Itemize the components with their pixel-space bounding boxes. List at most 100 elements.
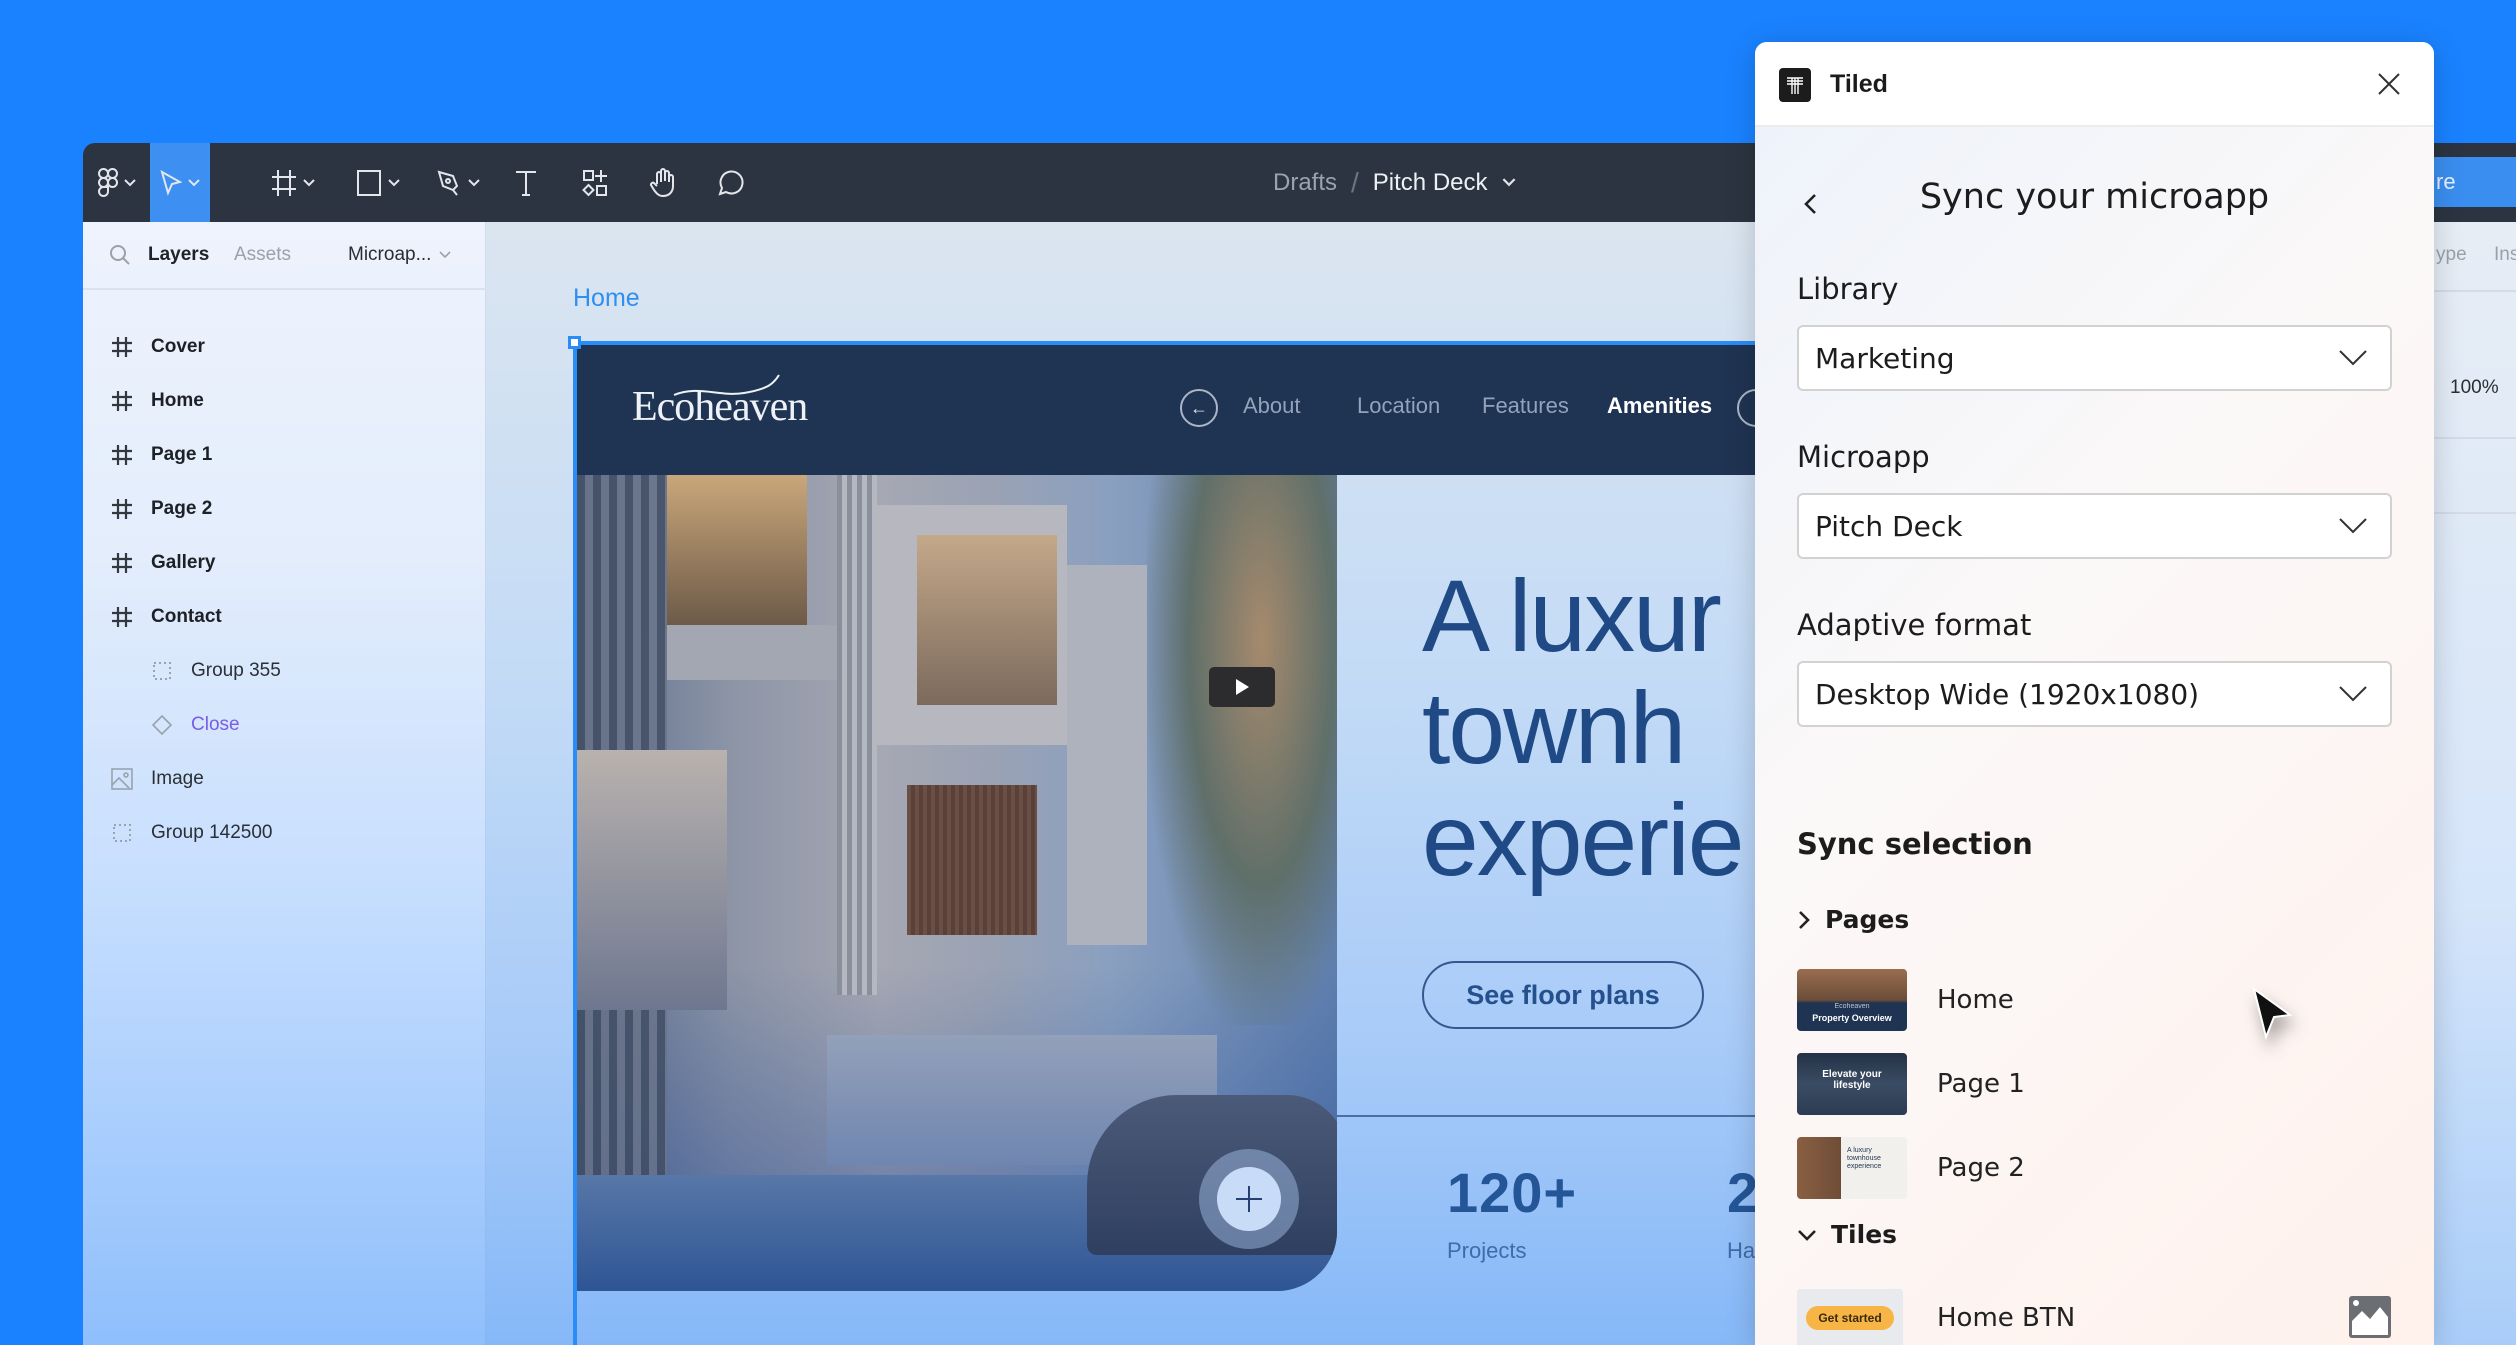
pages-group-toggle[interactable]: Pages <box>1797 905 1909 934</box>
layer-item[interactable]: Home <box>83 376 486 426</box>
breadcrumb-folder[interactable]: Drafts <box>1273 169 1337 197</box>
microapp-select-value: Pitch Deck <box>1815 509 1963 543</box>
hero-title-line: experie <box>1422 783 1745 897</box>
close-icon[interactable] <box>2373 68 2405 100</box>
library-label: Library <box>1797 272 1899 306</box>
nav-prev-button[interactable]: ← <box>1180 389 1218 427</box>
layer-item[interactable]: Group 142500 <box>83 808 486 858</box>
frame-hash-icon <box>272 169 296 196</box>
frame-icon <box>110 497 134 521</box>
thumb-subtext: Ecoheaven <box>1834 1003 1870 1010</box>
chevron-down-icon[interactable] <box>1502 178 1516 187</box>
selection-handle[interactable] <box>568 336 581 349</box>
zoom-value[interactable]: 100% <box>2450 377 2499 399</box>
microapp-select[interactable]: Pitch Deck <box>1797 493 2392 559</box>
resources-button[interactable] <box>570 143 620 222</box>
site-logo: Ecoheaven <box>632 374 808 431</box>
tab-assets[interactable]: Assets <box>234 244 291 266</box>
comment-icon <box>718 170 744 196</box>
tiled-logo-icon <box>1779 68 1811 102</box>
hero-title-line: A luxur <box>1422 559 1722 673</box>
logo-swoosh-icon <box>673 374 780 396</box>
building-ledge <box>667 625 837 680</box>
breadcrumb-separator: / <box>1351 166 1359 198</box>
chevron-down-icon <box>123 178 136 186</box>
layer-item[interactable]: Page 2 <box>83 484 486 534</box>
cursor-arrow-icon <box>160 169 182 196</box>
page-thumbnail: Ecoheaven Property Overview <box>1797 969 1907 1031</box>
building-window <box>917 535 1057 705</box>
tab-prototype[interactable]: ype <box>2436 244 2467 266</box>
see-floor-plans-button[interactable]: See floor plans <box>1422 961 1704 1029</box>
layers-panel-header: Layers Assets Microap... <box>83 222 486 290</box>
layer-item[interactable]: Close <box>83 700 486 750</box>
hand-tool-button[interactable] <box>635 143 690 222</box>
text-icon <box>516 170 536 196</box>
chevron-down-icon <box>2339 518 2367 534</box>
layer-item[interactable]: Cover <box>83 322 486 372</box>
page-item[interactable]: A luxury townhouse experience Page 2 <box>1797 1137 2392 1199</box>
frame-icon <box>110 389 134 413</box>
share-button-label: re <box>2436 169 2456 194</box>
stat-label: Ha <box>1727 1238 1756 1263</box>
tab-layers[interactable]: Layers <box>148 244 209 266</box>
layer-name: Home <box>151 390 204 411</box>
nav-link-about[interactable]: About <box>1243 393 1301 419</box>
hero-title: A luxur townh experie <box>1422 559 1745 897</box>
building-wood-screen <box>907 785 1037 935</box>
plugin-header: Tiled <box>1755 42 2434 127</box>
group-icon <box>110 821 134 845</box>
layer-item[interactable]: Contact <box>83 592 486 642</box>
move-tool-button[interactable] <box>150 143 210 222</box>
plugin-title: Sync your microapp <box>1919 177 2270 217</box>
hand-icon <box>649 167 674 197</box>
adaptive-format-select[interactable]: Desktop Wide (1920x1080) <box>1797 661 2392 727</box>
breadcrumb-file-name[interactable]: Pitch Deck <box>1373 169 1488 197</box>
group-icon <box>150 659 174 683</box>
add-button[interactable] <box>1217 1167 1281 1231</box>
frame-label[interactable]: Home <box>573 284 640 313</box>
play-icon <box>1236 679 1249 695</box>
nav-link-location[interactable]: Location <box>1357 393 1440 419</box>
page-select[interactable]: Microap... <box>348 244 451 266</box>
component-instance-icon <box>150 713 174 737</box>
frame-icon <box>110 551 134 575</box>
library-select[interactable]: Marketing <box>1797 325 2392 391</box>
figma-logo-icon <box>97 167 118 197</box>
image-icon <box>2349 1296 2391 1338</box>
tab-inspect[interactable]: Ins <box>2494 244 2516 266</box>
palm-trees <box>1147 475 1337 1025</box>
tile-thumbnail: Get started <box>1797 1289 1903 1345</box>
chevron-down-icon <box>303 178 315 186</box>
page-item[interactable]: Elevate your lifestyle Page 1 <box>1797 1053 2392 1115</box>
stat-value: 120+ <box>1447 1161 1578 1224</box>
search-icon[interactable] <box>109 244 131 266</box>
hero-title-line: townh <box>1422 671 1686 785</box>
layer-item[interactable]: Image <box>83 754 486 804</box>
page-item[interactable]: Ecoheaven Property Overview Home <box>1797 969 2392 1031</box>
pen-tool-button[interactable] <box>428 143 488 222</box>
layer-item[interactable]: Gallery <box>83 538 486 588</box>
layer-name: Page 1 <box>151 444 213 465</box>
main-menu-button[interactable] <box>83 143 150 222</box>
chevron-right-icon <box>1799 910 1810 929</box>
frame-tool-button[interactable] <box>263 143 323 222</box>
layer-item[interactable]: Group 355 <box>83 646 486 696</box>
nav-link-features[interactable]: Features <box>1482 393 1569 419</box>
breadcrumb: Drafts / Pitch Deck <box>1273 143 1516 222</box>
play-video-button[interactable] <box>1209 667 1275 707</box>
hero-photo <box>577 475 1337 1291</box>
text-tool-button[interactable] <box>501 143 551 222</box>
tile-item-label: Home BTN <box>1937 1303 2076 1333</box>
chevron-down-icon <box>388 178 400 186</box>
image-icon <box>110 767 134 791</box>
layers-panel: Layers Assets Microap... Cover Home Page… <box>83 222 486 1345</box>
adaptive-format-label: Adaptive format <box>1797 608 2032 642</box>
layer-item[interactable]: Page 1 <box>83 430 486 480</box>
shape-tool-button[interactable] <box>348 143 408 222</box>
nav-link-amenities[interactable]: Amenities <box>1607 393 1712 419</box>
layer-name: Image <box>151 768 204 789</box>
comment-tool-button[interactable] <box>705 143 755 222</box>
tiles-group-toggle[interactable]: Tiles <box>1797 1220 1897 1249</box>
tile-item[interactable]: Get started Home BTN <box>1797 1289 2392 1345</box>
